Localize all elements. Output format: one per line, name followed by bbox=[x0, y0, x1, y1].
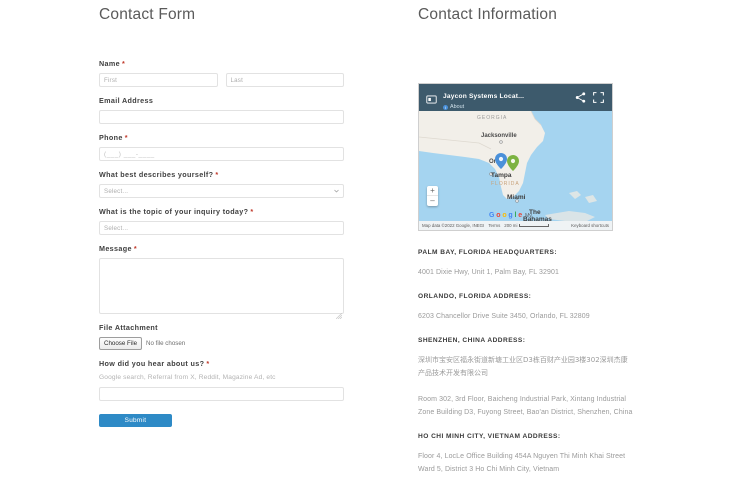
address-heading: SHENZHEN, CHINA ADDRESS: bbox=[418, 337, 526, 344]
name-inputs-row: First Last bbox=[99, 73, 344, 87]
contact-information-title: Contact Information bbox=[418, 6, 558, 23]
label-hear-about-us: How did you hear about us? * bbox=[99, 359, 344, 369]
map-scalebar: 200 mi bbox=[504, 223, 550, 228]
map-legend-icon[interactable] bbox=[426, 92, 437, 104]
label-file-attachment: File Attachment bbox=[99, 323, 158, 332]
contact-form-column: Contact Form Name * First Last Email Addr… bbox=[99, 0, 344, 427]
topic-select[interactable]: Select... bbox=[99, 221, 344, 235]
map-zoom-controls[interactable]: + – bbox=[427, 186, 438, 206]
map-about-row[interactable]: i About bbox=[443, 104, 569, 110]
address-heading: ORLANDO, FLORIDA ADDRESS: bbox=[418, 293, 532, 300]
hear-about-us-input[interactable] bbox=[99, 387, 344, 401]
share-icon[interactable] bbox=[574, 91, 587, 104]
address-text: 6203 Chancellor Drive Suite 3450, Orland… bbox=[418, 313, 590, 320]
first-name-input[interactable]: First bbox=[99, 73, 218, 87]
my-maps-label: My bbox=[524, 212, 532, 219]
logo-letter: o bbox=[502, 212, 507, 219]
logo-letter: l bbox=[514, 212, 517, 219]
field-message: Message * bbox=[99, 244, 344, 320]
address-block-orlando: ORLANDO, FLORIDA ADDRESS: 6203 Chancello… bbox=[418, 292, 633, 323]
address-heading: PALM BAY, FLORIDA HEADQUARTERS: bbox=[418, 249, 557, 256]
map-attribution: Map data ©2022 Google, INEGI bbox=[422, 223, 485, 228]
email-input[interactable] bbox=[99, 110, 344, 124]
label-phone-text: Phone bbox=[99, 133, 123, 142]
field-hear-about-us: How did you hear about us? * Google searc… bbox=[99, 359, 344, 401]
scalebar-rule bbox=[519, 224, 550, 227]
fullscreen-icon[interactable] bbox=[592, 91, 605, 104]
info-icon: i bbox=[443, 104, 448, 110]
label-describes-text: What best describes yourself? bbox=[99, 170, 214, 179]
svg-text:Jacksonville: Jacksonville bbox=[481, 133, 517, 139]
label-name-text: Name bbox=[99, 59, 120, 68]
page-title: Contact Form bbox=[99, 6, 196, 23]
logo-letter: e bbox=[518, 212, 522, 219]
last-name-input[interactable]: Last bbox=[225, 73, 344, 87]
map-header-text: Jaycon Systems Locat... i About bbox=[443, 85, 569, 110]
choose-file-button[interactable]: Choose File bbox=[99, 337, 143, 350]
svg-text:GEORGIA: GEORGIA bbox=[477, 115, 507, 121]
logo-letter: o bbox=[496, 212, 501, 219]
svg-text:FLORIDA: FLORIDA bbox=[491, 181, 520, 187]
address-text: Floor 4, LocLe Office Building 454A Nguy… bbox=[418, 453, 626, 473]
required-asterisk: * bbox=[215, 170, 219, 179]
field-describes-yourself: What best describes yourself? * Select... bbox=[99, 170, 344, 198]
address-text: Room 302, 3rd Floor, Baicheng Industrial… bbox=[418, 396, 633, 416]
field-file-attachment: File Attachment Choose File No file chos… bbox=[99, 323, 344, 350]
address-text-cjk: 深圳市宝安区福永街道新塘工业区D3栋百财产业园3楼302深圳杰康产品技术开发有限… bbox=[418, 356, 628, 377]
contact-form: Name * First Last Email Address Phone * (_… bbox=[99, 59, 344, 427]
label-phone: Phone * bbox=[99, 133, 344, 143]
field-phone: Phone * (___) ___-____ bbox=[99, 133, 344, 161]
address-heading: HO CHI MINH CITY, VIETNAM ADDRESS: bbox=[418, 433, 561, 440]
label-name: Name * bbox=[99, 59, 344, 69]
logo-letter: G bbox=[489, 212, 495, 219]
address-text: 4001 Dixie Hwy, Unit 1, Palm Bay, FL 329… bbox=[418, 269, 560, 276]
address-block-palm-bay: PALM BAY, FLORIDA HEADQUARTERS: 4001 Dix… bbox=[418, 248, 633, 279]
file-status-text: No file chosen bbox=[146, 340, 186, 347]
required-asterisk: * bbox=[250, 207, 254, 216]
zoom-out-button[interactable]: – bbox=[427, 196, 438, 206]
required-asterisk: * bbox=[121, 59, 126, 68]
svg-text:Miami: Miami bbox=[507, 194, 526, 201]
map-header-bar: Jaycon Systems Locat... i About bbox=[419, 84, 612, 111]
google-my-maps-logo: Google My bbox=[489, 212, 532, 219]
address-block-ho-chi-minh: HO CHI MINH CITY, VIETNAM ADDRESS: Floor… bbox=[418, 432, 633, 476]
address-list: PALM BAY, FLORIDA HEADQUARTERS: 4001 Dix… bbox=[418, 248, 633, 476]
file-input-row: Choose File No file chosen bbox=[99, 337, 344, 350]
field-name: Name * First Last bbox=[99, 59, 344, 87]
hear-about-us-hint: Google search, Referral from X, Reddit, … bbox=[99, 374, 276, 381]
required-asterisk: * bbox=[133, 244, 137, 253]
label-email: Email Address bbox=[99, 96, 154, 105]
phone-mask-text: (___) ___-____ bbox=[104, 150, 155, 158]
contact-page: Contact Form Name * First Last Email Addr… bbox=[0, 0, 750, 500]
keyboard-shortcuts-link[interactable]: Keyboard shortcuts bbox=[571, 223, 609, 228]
message-textarea[interactable] bbox=[99, 258, 344, 320]
map-footer-bar: Map data ©2022 Google, INEGI Terms 200 m… bbox=[419, 221, 612, 230]
field-topic: What is the topic of your inquiry today?… bbox=[99, 207, 344, 235]
map-scale-label: 200 mi bbox=[504, 223, 518, 228]
submit-button[interactable]: Submit bbox=[99, 414, 172, 427]
map-about-label: About bbox=[450, 104, 465, 110]
label-topic-text: What is the topic of your inquiry today? bbox=[99, 207, 249, 216]
required-asterisk: * bbox=[206, 359, 210, 368]
svg-text:Tampa: Tampa bbox=[491, 172, 512, 179]
label-message: Message * bbox=[99, 244, 344, 254]
map-title: Jaycon Systems Locat... bbox=[443, 93, 525, 100]
google-my-maps-widget[interactable]: Jaycon Systems Locat... i About GEORGIA … bbox=[418, 83, 613, 231]
phone-input[interactable]: (___) ___-____ bbox=[99, 147, 344, 161]
address-block-shenzhen: SHENZHEN, CHINA ADDRESS: 深圳市宝安区福永街道新塘工业区… bbox=[418, 336, 633, 419]
logo-letter: g bbox=[508, 212, 513, 219]
resize-grip-icon[interactable] bbox=[335, 306, 343, 320]
map-terms-link[interactable]: Terms bbox=[488, 223, 500, 228]
label-describes-yourself: What best describes yourself? * bbox=[99, 170, 344, 180]
zoom-in-button[interactable]: + bbox=[427, 186, 438, 196]
required-asterisk: * bbox=[124, 133, 128, 142]
describes-select[interactable]: Select... bbox=[99, 184, 344, 198]
field-email: Email Address bbox=[99, 96, 344, 124]
label-hear-text: How did you hear about us? bbox=[99, 359, 205, 368]
describes-select-wrapper: Select... bbox=[99, 184, 344, 198]
contact-information-column: Contact Information Jaycon Systems Locat… bbox=[418, 0, 633, 489]
label-topic: What is the topic of your inquiry today?… bbox=[99, 207, 344, 217]
label-message-text: Message bbox=[99, 244, 132, 253]
